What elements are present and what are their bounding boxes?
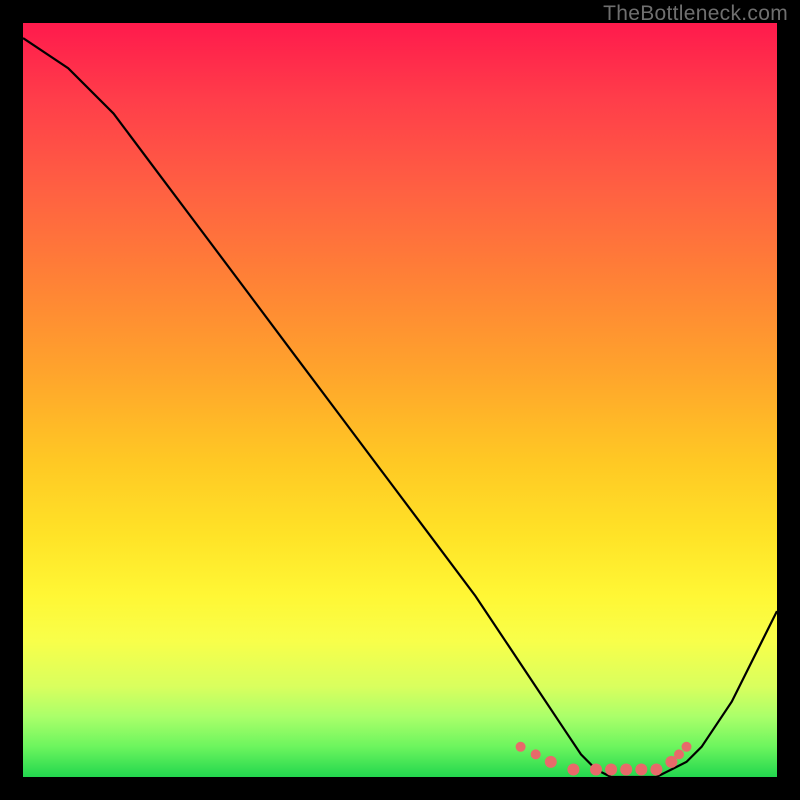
- chart-frame: TheBottleneck.com: [0, 0, 800, 800]
- watermark-text: TheBottleneck.com: [603, 2, 788, 26]
- gradient-plot-area: [23, 23, 777, 777]
